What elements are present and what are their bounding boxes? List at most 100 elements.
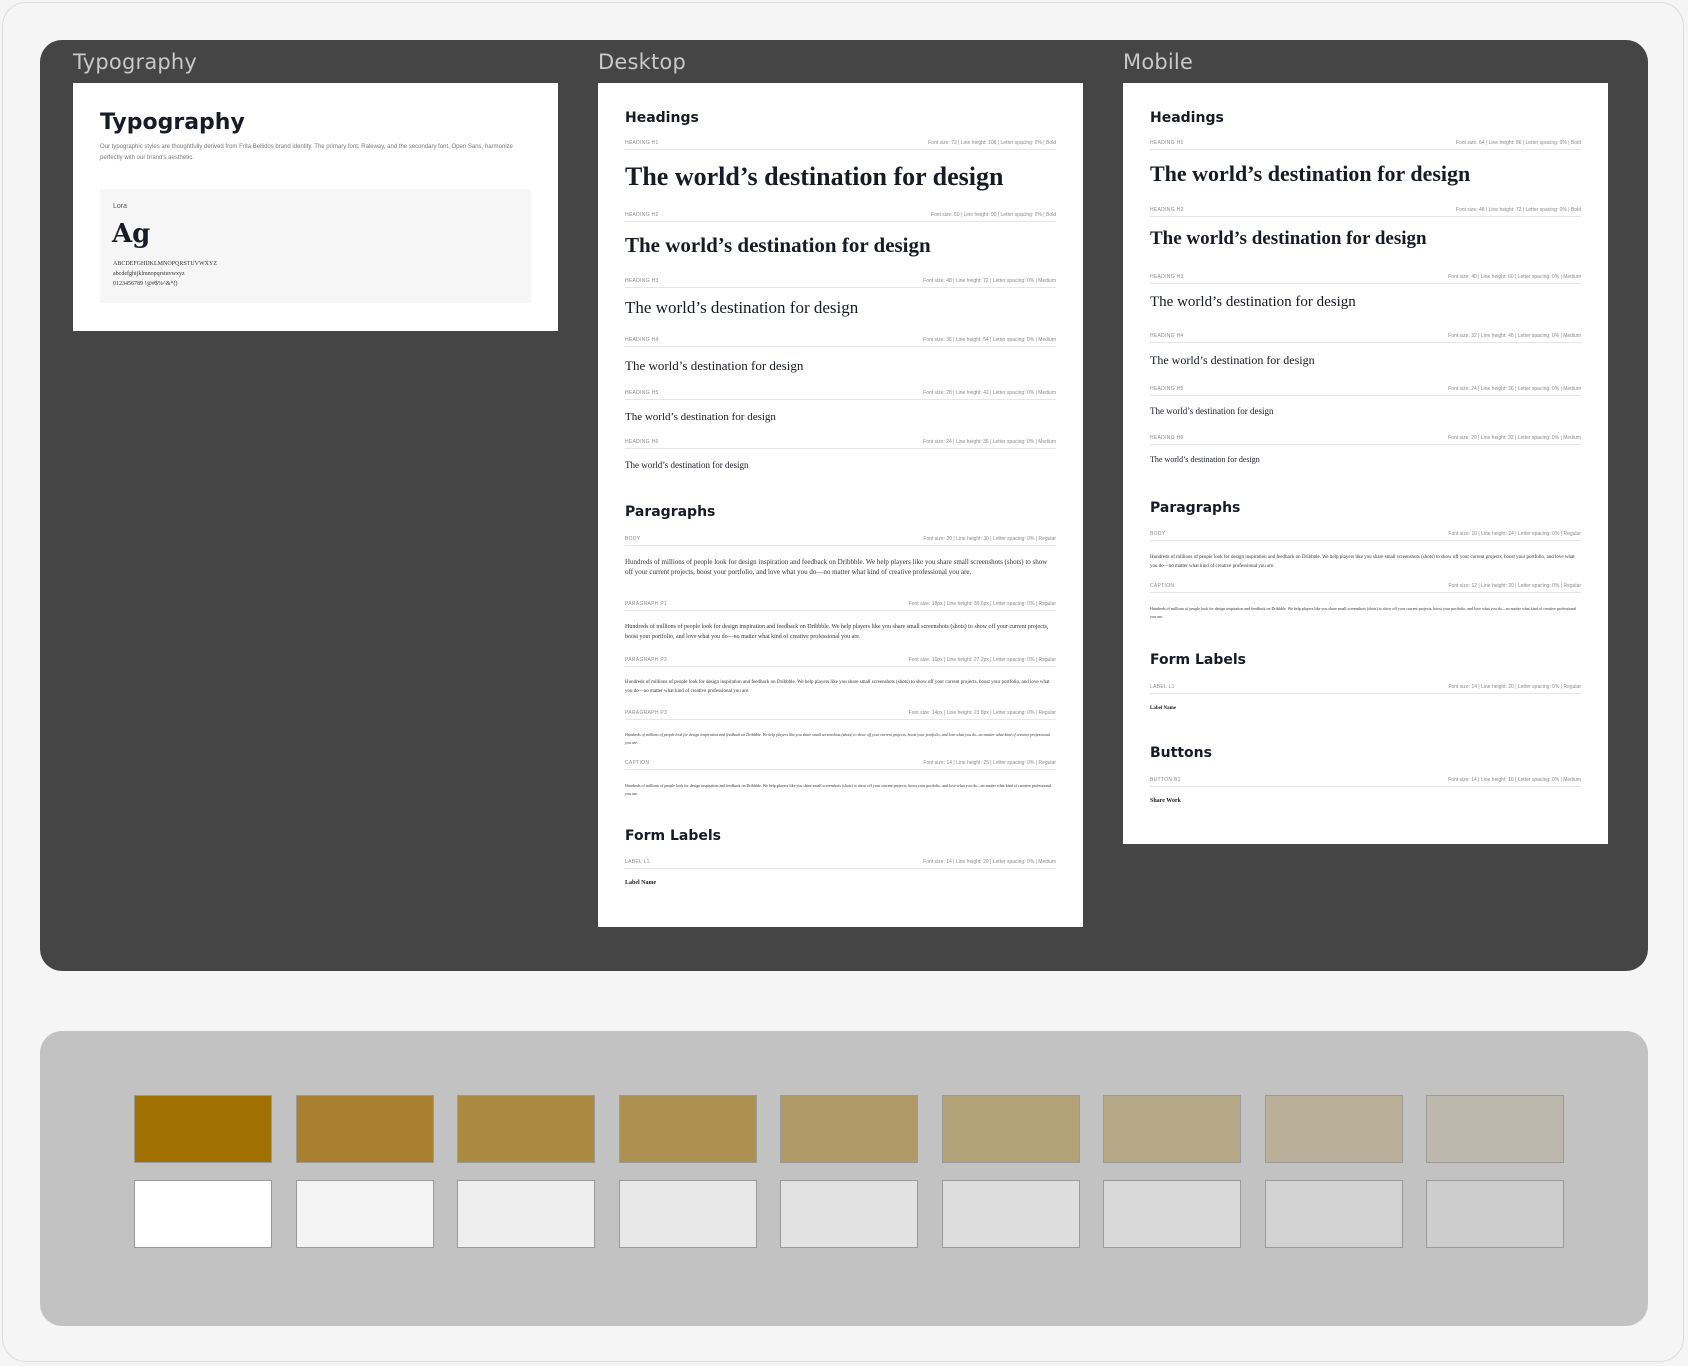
sample-heading-h1: The world’s destination for design (625, 162, 1004, 191)
neutral-swatch-2[interactable] (295, 1180, 434, 1248)
color-palette-panel (40, 1031, 1648, 1326)
spec-name: BUTTON B1 (1150, 777, 1181, 783)
spec-meta: Font size: 14 | Line height: 20 | Letter… (923, 859, 1056, 865)
font-specimen: Ag (112, 219, 151, 249)
sample-label: Label Name (1150, 706, 1176, 711)
sample-heading-h5: The world’s destination for design (625, 411, 776, 423)
sample-heading-h6: The world’s destination for design (625, 460, 749, 470)
sample-heading-h5: The world’s destination for design (1150, 406, 1274, 416)
gold-swatch-6[interactable] (941, 1095, 1080, 1163)
spec-heading-h2: HEADING H2 Font size: 60 | Line height: … (625, 212, 1056, 222)
neutral-swatch-5[interactable] (780, 1180, 918, 1248)
frame-label-typography[interactable]: Typography (73, 50, 197, 74)
section-buttons: Buttons (1150, 745, 1212, 761)
neutral-swatch-4[interactable] (618, 1180, 757, 1248)
gold-swatch-3[interactable] (457, 1095, 595, 1163)
spec-name: HEADING H3 (1150, 274, 1184, 280)
sample-heading-h1: The world’s destination for design (1150, 161, 1471, 186)
glyphs-uppercase: ABCDEFGHIJKLMNOPQRSTUVWXYZ (113, 261, 218, 267)
sample-label: Label Name (625, 880, 657, 886)
spec-button-b1: BUTTON B1 Font size: 14 | Line height: 1… (1150, 777, 1581, 787)
spec-name: PARAGRAPH P2 (625, 657, 668, 663)
spec-name: HEADING H2 (1150, 207, 1184, 213)
section-headings: Headings (1150, 110, 1224, 126)
gold-swatch-5[interactable] (780, 1095, 918, 1163)
sample-caption: Hundreds of millions of people look for … (1150, 606, 1577, 619)
spec-meta: Font size: 14 | Line height: 20 | Letter… (1448, 684, 1581, 690)
spec-name: HEADING H5 (625, 390, 659, 396)
spec-meta: Font size: 16px | Line height: 27.2px | … (908, 657, 1056, 663)
spec-paragraph-p2: PARAGRAPH P2 Font size: 16px | Line heig… (625, 657, 1056, 667)
spec-paragraph-p3: PARAGRAPH P3 Font size: 14px | Line heig… (625, 710, 1056, 720)
spec-heading-h3: HEADING H3 Font size: 48 | Line height: … (625, 278, 1056, 288)
font-glyph-set: ABCDEFGHIJKLMNOPQRSTUVWXYZ abcdefghijklm… (113, 259, 217, 289)
sample-heading-h2: The world’s destination for design (1150, 228, 1427, 249)
spec-caption: CAPTION Font size: 14 | Line height: 25 … (625, 760, 1056, 770)
section-headings: Headings (625, 110, 699, 126)
gold-swatch-1[interactable] (134, 1095, 272, 1163)
neutral-swatch-6[interactable] (941, 1180, 1080, 1248)
section-form-labels: Form Labels (1150, 652, 1246, 668)
glyphs-numerals: 0123456789 !@#$%^&*() (113, 281, 178, 287)
gold-swatch-9[interactable] (1426, 1095, 1564, 1163)
font-name: Lora (113, 203, 128, 210)
spec-name: HEADING H1 (625, 140, 659, 146)
gold-swatch-8[interactable] (1264, 1095, 1403, 1163)
spec-caption: CAPTION Font size: 12 | Line height: 20 … (1150, 583, 1581, 593)
frame-label-desktop[interactable]: Desktop (598, 50, 686, 74)
gold-swatch-2[interactable] (295, 1095, 434, 1163)
spec-name: PARAGRAPH P3 (625, 710, 668, 716)
typography-description: Our typographic styles are thoughtfully … (100, 144, 513, 161)
spec-name: HEADING H6 (625, 439, 659, 445)
spec-heading-h1: HEADING H1 Font size: 64 | Line height: … (1150, 140, 1581, 150)
spec-label-l1: LABEL L1 Font size: 14 | Line height: 20… (1150, 684, 1581, 694)
spec-meta: Font size: 24 | Line height: 36 | Letter… (1448, 386, 1581, 392)
sample-body: Hundreds of millions of people look for … (1150, 555, 1575, 569)
sample-heading-h2: The world’s destination for design (625, 233, 931, 257)
spec-meta: Font size: 18px | Line height: 30.6px | … (908, 601, 1056, 607)
spec-meta: Font size: 48 | Line height: 72 | Letter… (923, 278, 1056, 284)
neutral-swatch-8[interactable] (1264, 1180, 1403, 1248)
sample-body: Hundreds of millions of people look for … (625, 558, 1048, 576)
sample-paragraph-p3: Hundreds of millions of people look for … (625, 732, 1050, 745)
spec-name: LABEL L1 (1150, 684, 1175, 690)
spec-meta: Font size: 14 | Line height: 16 | Letter… (1448, 777, 1581, 783)
frame-label-mobile[interactable]: Mobile (1123, 50, 1193, 74)
spec-meta: Font size: 64 | Line height: 96 | Letter… (1455, 140, 1581, 146)
gold-swatch-4[interactable] (618, 1095, 757, 1163)
gold-swatch-7[interactable] (1103, 1095, 1241, 1163)
neutral-swatch-1[interactable] (134, 1180, 272, 1248)
spec-meta: Font size: 32 | Line height: 48 | Letter… (1448, 333, 1581, 339)
sample-heading-h4: The world’s destination for design (1150, 353, 1315, 367)
spec-name: BODY (1150, 531, 1166, 537)
spec-heading-h6: HEADING H6 Font size: 20 | Line height: … (1150, 435, 1581, 445)
design-canvas: Typography Desktop Mobile Typography Our… (40, 40, 1648, 971)
section-paragraphs: Paragraphs (1150, 500, 1241, 516)
desktop-artboard[interactable]: Headings HEADING H1 Font size: 72 | Line… (598, 83, 1083, 927)
spec-heading-h4: HEADING H4 Font size: 32 | Line height: … (1150, 333, 1581, 343)
spec-heading-h1: HEADING H1 Font size: 72 | Line height: … (625, 140, 1056, 150)
spec-body: BODY Font size: 16 | Line height: 24 | L… (1150, 531, 1581, 541)
spec-name: HEADING H4 (625, 337, 659, 343)
sample-heading-h3: The world’s destination for design (625, 298, 859, 317)
sample-paragraph-p1: Hundreds of millions of people look for … (625, 624, 1049, 640)
sample-heading-h3: The world’s destination for design (1150, 294, 1356, 310)
sample-heading-h4: The world’s destination for design (625, 358, 804, 373)
neutral-swatch-7[interactable] (1103, 1180, 1241, 1248)
sample-button: Share Work (1150, 798, 1181, 804)
spec-name: BODY (625, 536, 641, 542)
typography-artboard[interactable]: Typography Our typographic styles are th… (73, 83, 558, 331)
spec-meta: Font size: 24 | Line height: 36 | Letter… (923, 439, 1056, 445)
neutral-swatch-3[interactable] (457, 1180, 595, 1248)
section-form-labels: Form Labels (625, 828, 721, 844)
neutral-swatch-9[interactable] (1426, 1180, 1564, 1248)
mobile-artboard[interactable]: Headings HEADING H1 Font size: 64 | Line… (1123, 83, 1608, 844)
spec-label-l1: LABEL L1 Font size: 14 | Line height: 20… (625, 859, 1056, 869)
spec-name: HEADING H5 (1150, 386, 1184, 392)
spec-heading-h4: HEADING H4 Font size: 36 | Line height: … (625, 337, 1056, 347)
glyphs-lowercase: abcdefghijklmnopqrstuvwxyz (113, 271, 185, 277)
section-paragraphs: Paragraphs (625, 504, 716, 520)
spec-meta: Font size: 72 | Line height: 108 | Lette… (928, 140, 1056, 146)
spec-meta: Font size: 16 | Line height: 24 | Letter… (1448, 531, 1581, 537)
spec-heading-h6: HEADING H6 Font size: 24 | Line height: … (625, 439, 1056, 449)
